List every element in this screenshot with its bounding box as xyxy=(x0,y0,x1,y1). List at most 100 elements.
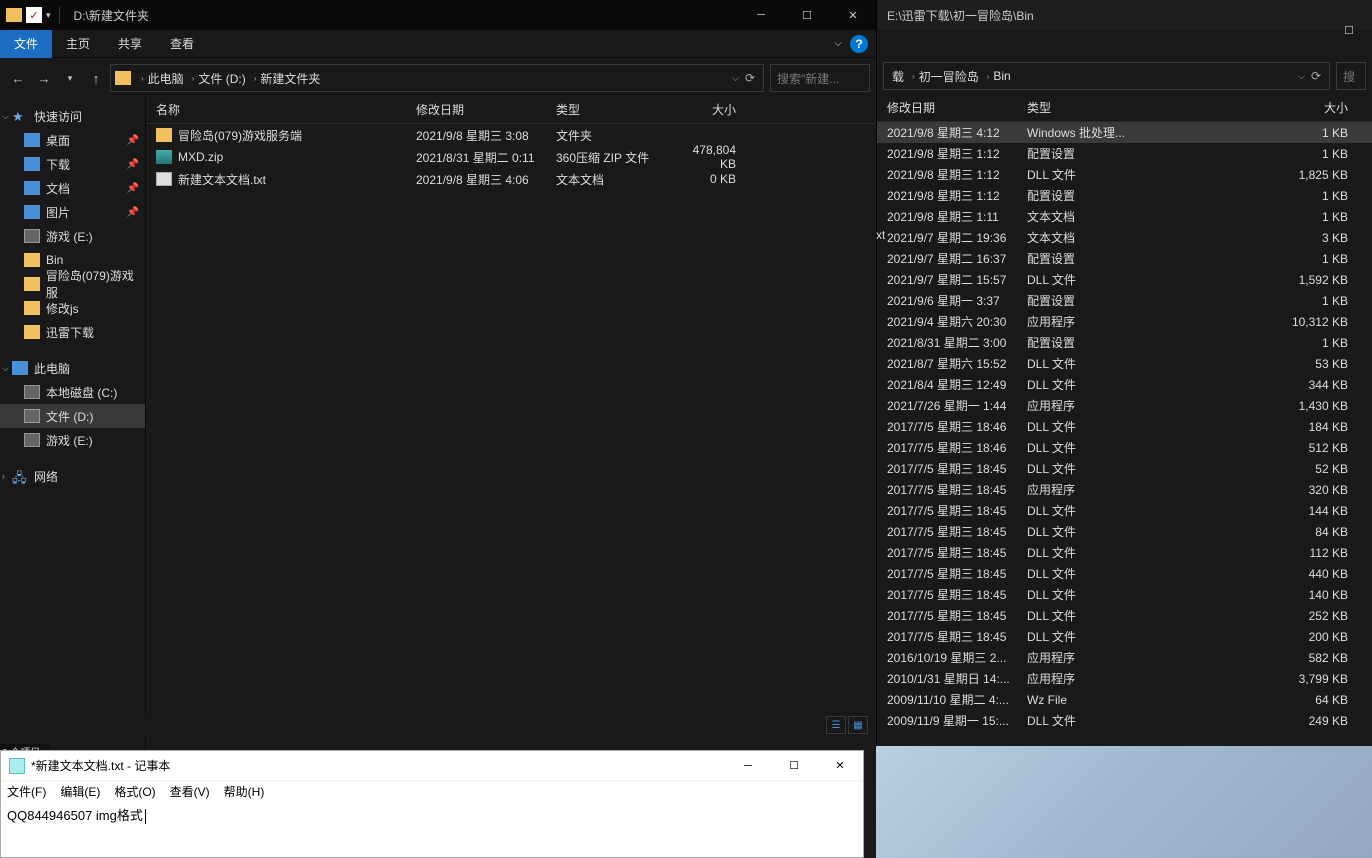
file-row[interactable]: 2021/8/31 星期二 3:00配置设置1 KB xyxy=(877,332,1372,353)
tab-home[interactable]: 主页 xyxy=(52,30,104,58)
tab-view[interactable]: 查看 xyxy=(156,30,208,58)
menu-file[interactable]: 文件(F) xyxy=(7,783,46,800)
minimize-button[interactable]: ─ xyxy=(1326,0,1372,15)
file-row[interactable]: 2021/9/7 星期二 15:57DLL 文件1,592 KB xyxy=(877,269,1372,290)
close-button[interactable]: ✕ xyxy=(817,751,863,781)
file-row[interactable]: 2010/1/31 星期日 14:...应用程序3,799 KB xyxy=(877,668,1372,689)
file-row[interactable]: 2021/9/8 星期三 1:12配置设置1 KB xyxy=(877,185,1372,206)
refresh-icon[interactable]: ⟳ xyxy=(745,71,755,85)
folder-icon xyxy=(115,71,131,85)
back-button[interactable]: ← xyxy=(6,64,30,92)
file-row[interactable]: 2017/7/5 星期三 18:45DLL 文件440 KB xyxy=(877,563,1372,584)
file-row[interactable]: 2021/9/8 星期三 1:12配置设置1 KB xyxy=(877,143,1372,164)
file-row[interactable]: 2009/11/10 星期二 4:...Wz File64 KB xyxy=(877,689,1372,710)
titlebar[interactable]: E:\迅雷下载\初一冒险岛\Bin ─ ☐ xyxy=(877,0,1372,30)
sidebar-item[interactable]: 游戏 (E:) xyxy=(0,224,145,248)
sidebar-item[interactable]: 桌面📌 xyxy=(0,128,145,152)
tab-file[interactable]: 文件 xyxy=(0,30,52,58)
file-row[interactable]: 2021/9/8 星期三 4:12Windows 批处理...1 KB xyxy=(877,122,1372,143)
sidebar-quick-access[interactable]: ⌵★快速访问 xyxy=(0,104,145,128)
sidebar-drive[interactable]: 文件 (D:) xyxy=(0,404,145,428)
col-name[interactable]: 名称 xyxy=(146,101,406,118)
ribbon-expand-icon[interactable]: ⌵ xyxy=(834,38,842,49)
sidebar-item[interactable]: 下载📌 xyxy=(0,152,145,176)
file-row[interactable]: 2016/10/19 星期三 2...应用程序582 KB xyxy=(877,647,1372,668)
maximize-button[interactable]: ☐ xyxy=(1326,15,1372,45)
sidebar-drive[interactable]: 本地磁盘 (C:) xyxy=(0,380,145,404)
file-row[interactable]: 2009/11/9 星期一 15:...DLL 文件249 KB xyxy=(877,710,1372,731)
text-area[interactable]: QQ844946507 img格式 xyxy=(1,801,863,828)
dropdown-icon[interactable]: ⌵ xyxy=(1298,71,1305,82)
forward-button[interactable]: → xyxy=(32,64,56,92)
breadcrumb-seg[interactable]: 文件 (D:) xyxy=(198,70,245,87)
help-icon[interactable]: ? xyxy=(850,35,868,53)
address-bar[interactable]: 载 ›初一冒险岛 ›Bin ⌵⟳ xyxy=(883,62,1330,90)
file-row[interactable]: 2017/7/5 星期三 18:45DLL 文件144 KB xyxy=(877,500,1372,521)
sidebar-item[interactable]: 修改js xyxy=(0,296,145,320)
truncated-filename: xt xyxy=(876,228,885,242)
address-bar[interactable]: ›此电脑 ›文件 (D:) ›新建文件夹 ⌵⟳ xyxy=(110,64,764,92)
details-view-icon[interactable]: ☰ xyxy=(826,716,846,734)
maximize-button[interactable]: ☐ xyxy=(784,0,830,30)
titlebar[interactable]: ✓ ▾ D:\新建文件夹 ─ ☐ ✕ xyxy=(0,0,876,30)
file-row[interactable]: 2017/7/5 星期三 18:45DLL 文件52 KB xyxy=(877,458,1372,479)
minimize-button[interactable]: ─ xyxy=(738,0,784,30)
titlebar[interactable]: *新建文本文档.txt - 记事本 ─ ☐ ✕ xyxy=(1,751,863,781)
file-row[interactable]: 2017/7/5 星期三 18:46DLL 文件512 KB xyxy=(877,437,1372,458)
menu-help[interactable]: 帮助(H) xyxy=(224,783,265,800)
recent-dropdown[interactable]: ▾ xyxy=(58,64,82,92)
maximize-button[interactable]: ☐ xyxy=(771,751,817,781)
minimize-button[interactable]: ─ xyxy=(725,751,771,781)
file-row[interactable]: 2017/7/5 星期三 18:45DLL 文件200 KB xyxy=(877,626,1372,647)
sidebar-item[interactable]: 图片📌 xyxy=(0,200,145,224)
icons-view-icon[interactable]: ▦ xyxy=(848,716,868,734)
menu-view[interactable]: 查看(V) xyxy=(170,783,210,800)
file-row[interactable]: 2021/9/4 星期六 20:30应用程序10,312 KB xyxy=(877,311,1372,332)
file-row[interactable]: 2017/7/5 星期三 18:45DLL 文件140 KB xyxy=(877,584,1372,605)
close-button[interactable]: ✕ xyxy=(830,0,876,30)
refresh-icon[interactable]: ⟳ xyxy=(1311,69,1321,83)
col-size[interactable]: 大小 xyxy=(666,101,746,118)
file-row[interactable]: 2021/9/8 星期三 1:11文本文档1 KB xyxy=(877,206,1372,227)
menu-format[interactable]: 格式(O) xyxy=(114,783,155,800)
file-row[interactable]: 2021/9/8 星期三 1:12DLL 文件1,825 KB xyxy=(877,164,1372,185)
file-row[interactable]: 2021/7/26 星期一 1:44应用程序1,430 KB xyxy=(877,395,1372,416)
nav-sidebar: ⌵★快速访问 桌面📌下载📌文档📌图片📌游戏 (E:)Bin冒险岛(079)游戏服… xyxy=(0,96,146,750)
tab-share[interactable]: 共享 xyxy=(104,30,156,58)
file-row[interactable]: 2021/9/7 星期二 16:37配置设置1 KB xyxy=(877,248,1372,269)
col-date[interactable]: 修改日期 xyxy=(406,101,546,118)
breadcrumb-seg[interactable]: 初一冒险岛 xyxy=(919,68,979,85)
dropdown-icon[interactable]: ▾ xyxy=(46,10,51,21)
breadcrumb-seg[interactable]: 新建文件夹 xyxy=(260,70,320,87)
file-row[interactable]: MXD.zip2021/8/31 星期二 0:11360压缩 ZIP 文件478… xyxy=(146,146,876,168)
file-row[interactable]: 2021/8/7 星期六 15:52DLL 文件53 KB xyxy=(877,353,1372,374)
file-row[interactable]: 2017/7/5 星期三 18:45DLL 文件84 KB xyxy=(877,521,1372,542)
breadcrumb-seg[interactable]: 此电脑 xyxy=(148,70,184,87)
file-row[interactable]: 2021/9/6 星期一 3:37配置设置1 KB xyxy=(877,290,1372,311)
file-row[interactable]: 冒险岛(079)游戏服务端2021/9/8 星期三 3:08文件夹 xyxy=(146,124,876,146)
sidebar-this-pc[interactable]: ⌵此电脑 xyxy=(0,356,145,380)
breadcrumb-seg[interactable]: 载 xyxy=(892,68,904,85)
file-row[interactable]: 2021/8/4 星期三 12:49DLL 文件344 KB xyxy=(877,374,1372,395)
sidebar-network[interactable]: ›🖧网络 xyxy=(0,464,145,488)
col-type[interactable]: 类型 xyxy=(1017,99,1137,116)
up-button[interactable]: ↑ xyxy=(84,64,108,92)
file-row[interactable]: 2017/7/5 星期三 18:45DLL 文件112 KB xyxy=(877,542,1372,563)
file-row[interactable]: 2021/9/7 星期二 19:36文本文档3 KB xyxy=(877,227,1372,248)
col-type[interactable]: 类型 xyxy=(546,101,666,118)
file-row[interactable]: 2017/7/5 星期三 18:45DLL 文件252 KB xyxy=(877,605,1372,626)
breadcrumb-seg[interactable]: Bin xyxy=(993,69,1010,83)
file-row[interactable]: 新建文本文档.txt2021/9/8 星期三 4:06文本文档0 KB xyxy=(146,168,876,190)
sidebar-item[interactable]: 文档📌 xyxy=(0,176,145,200)
col-date[interactable]: 修改日期 xyxy=(877,99,1017,116)
menu-edit[interactable]: 编辑(E) xyxy=(60,783,100,800)
sidebar-drive[interactable]: 游戏 (E:) xyxy=(0,428,145,452)
sidebar-item[interactable]: 迅雷下载 xyxy=(0,320,145,344)
file-row[interactable]: 2017/7/5 星期三 18:45应用程序320 KB xyxy=(877,479,1372,500)
file-row[interactable]: 2017/7/5 星期三 18:46DLL 文件184 KB xyxy=(877,416,1372,437)
col-size[interactable]: 大小 xyxy=(1137,99,1372,116)
search-input[interactable]: 搜索"新建... xyxy=(770,64,870,92)
search-input[interactable]: 搜 xyxy=(1336,62,1366,90)
sidebar-item[interactable]: 冒险岛(079)游戏服 xyxy=(0,272,145,296)
dropdown-icon[interactable]: ⌵ xyxy=(732,73,739,84)
